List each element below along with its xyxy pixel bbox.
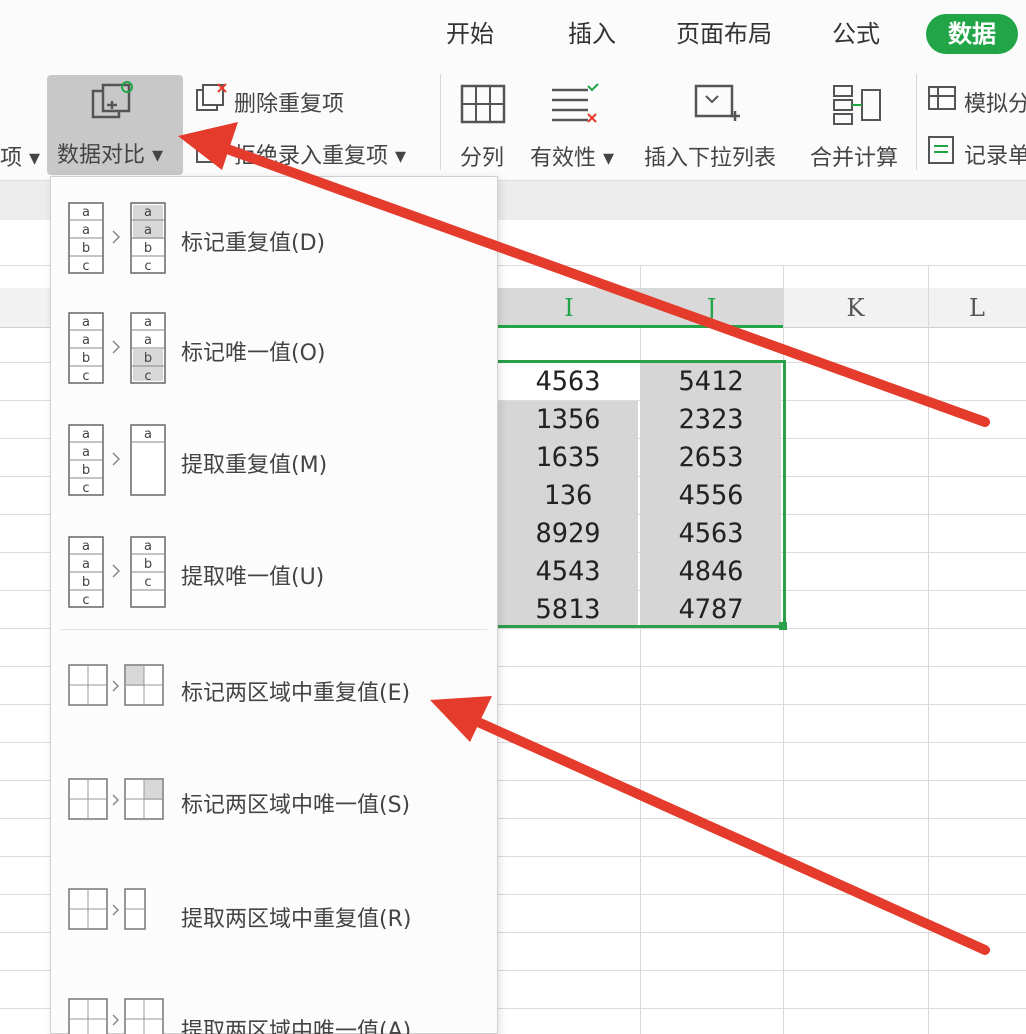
svg-text:a: a [82, 333, 90, 348]
svg-text:a: a [144, 205, 152, 220]
svg-text:a: a [82, 427, 90, 442]
extract-unique-icon: a a b c a b c [68, 536, 166, 608]
column-header-l[interactable]: L [928, 288, 1026, 328]
reject-duplicates-icon [196, 136, 226, 163]
record-form-button[interactable]: 记录单 [964, 138, 1026, 170]
insert-dropdown-list-icon [694, 84, 740, 121]
svg-text:b: b [82, 351, 90, 366]
ribbon-separator [916, 74, 917, 170]
col-line [928, 265, 929, 1034]
svg-text:a: a [144, 539, 152, 554]
svg-text:c: c [144, 575, 151, 590]
ribbon-tabs: 开始 插入 页面布局 公式 数据 [0, 0, 1026, 68]
svg-text:a: a [144, 315, 152, 330]
simulate-analysis-icon [928, 86, 956, 110]
consolidate-button[interactable]: 合并计算 [810, 140, 898, 172]
column-header-j[interactable]: J [640, 288, 783, 328]
validity-button[interactable]: 有效性 ▾ [530, 140, 614, 172]
menu-item-label: 标记两区域中唯一值(S) [181, 793, 411, 818]
menu-item-label: 提取重复值(M) [181, 453, 328, 478]
selection-range [495, 360, 786, 628]
data-compare-label: 数据对比 ▾ [57, 143, 164, 168]
svg-text:b: b [144, 241, 152, 256]
tab-insert[interactable]: 插入 [562, 14, 622, 54]
svg-text:c: c [82, 593, 89, 608]
svg-text:a: a [82, 223, 90, 238]
svg-text:b: b [82, 463, 90, 478]
record-form-icon [928, 136, 954, 164]
svg-text:c: c [144, 369, 151, 384]
svg-text:a: a [82, 315, 90, 330]
menu-item-label: 标记重复值(D) [181, 231, 326, 256]
svg-text:c: c [144, 259, 151, 274]
mark-unique-two-ranges-icon [68, 778, 164, 820]
svg-text:c: c [82, 369, 89, 384]
svg-text:a: a [144, 223, 152, 238]
menu-item-extract-duplicates[interactable]: a a b c a 提取重复值(M) [51, 405, 497, 515]
split-column-button[interactable]: 分列 [460, 140, 504, 172]
extract-unique-two-ranges-icon [68, 998, 164, 1034]
menu-item-label: 提取唯一值(U) [181, 565, 325, 590]
svg-text:a: a [144, 333, 152, 348]
menu-item-extract-duplicates-two-ranges[interactable]: 提取两区域中重复值(R) [51, 857, 497, 967]
menu-item-label: 标记两区域中重复值(E) [181, 681, 411, 706]
tab-home[interactable]: 开始 [440, 14, 500, 54]
column-header-i[interactable]: I [498, 288, 640, 328]
svg-text:a: a [82, 539, 90, 554]
consolidate-icon [833, 85, 881, 125]
delete-duplicates-button[interactable]: 删除重复项 [234, 86, 344, 118]
mark-duplicates-icon: a a b c a a b c [68, 202, 166, 274]
svg-text:b: b [144, 557, 152, 572]
ribbon-separator [440, 74, 441, 170]
menu-separator [61, 629, 487, 630]
menu-item-mark-unique[interactable]: a a b c a a b c 标记唯一值(O) [51, 295, 497, 405]
svg-text:b: b [144, 351, 152, 366]
delete-duplicates-icon [196, 83, 227, 111]
reject-duplicates-button[interactable]: 拒绝录入重复项 ▾ [234, 138, 406, 170]
svg-text:a: a [82, 445, 90, 460]
menu-item-mark-duplicates[interactable]: a a b c a a b c 标记重复值(D) [51, 185, 497, 295]
mark-unique-icon: a a b c a a b c [68, 312, 166, 384]
simulate-analysis-button[interactable]: 模拟分 [964, 86, 1026, 118]
data-compare-icon [91, 81, 133, 119]
svg-text:c: c [82, 481, 89, 496]
fill-handle[interactable] [779, 622, 787, 630]
menu-item-extract-unique-two-ranges[interactable]: 提取两区域中唯一值(A) [51, 967, 497, 1034]
split-column-icon [460, 84, 506, 124]
extract-duplicates-icon: a a b c a [68, 424, 166, 496]
insert-dropdown-list-button[interactable]: 插入下拉列表 [644, 140, 776, 172]
mark-duplicates-two-ranges-icon [68, 664, 164, 706]
validity-icon [552, 83, 599, 123]
svg-text:b: b [82, 575, 90, 590]
menu-item-mark-duplicates-two-ranges[interactable]: 标记两区域中重复值(E) [51, 637, 497, 747]
tab-formulas[interactable]: 公式 [826, 14, 886, 54]
menu-item-extract-unique[interactable]: a a b c a b c 提取唯一值(U) [51, 515, 497, 625]
data-compare-menu: a a b c a a b c 标记重复值(D) a a b c a a b c… [50, 176, 498, 1034]
extract-duplicates-two-ranges-icon [68, 888, 146, 930]
tab-page-layout[interactable]: 页面布局 [670, 14, 778, 54]
menu-item-label: 标记唯一值(O) [181, 341, 326, 366]
data-compare-button[interactable]: 数据对比 ▾ [47, 75, 183, 175]
partial-button-label[interactable]: 项 ▾ [0, 140, 40, 172]
menu-item-mark-unique-two-ranges[interactable]: 标记两区域中唯一值(S) [51, 747, 497, 857]
svg-text:a: a [82, 557, 90, 572]
svg-text:b: b [82, 241, 90, 256]
svg-text:c: c [82, 259, 89, 274]
svg-text:a: a [144, 427, 152, 442]
menu-item-label: 提取两区域中重复值(R) [181, 907, 412, 932]
column-header-k[interactable]: K [783, 288, 928, 328]
menu-item-label: 提取两区域中唯一值(A) [181, 1019, 412, 1034]
svg-text:a: a [82, 205, 90, 220]
tab-data[interactable]: 数据 [926, 14, 1018, 54]
